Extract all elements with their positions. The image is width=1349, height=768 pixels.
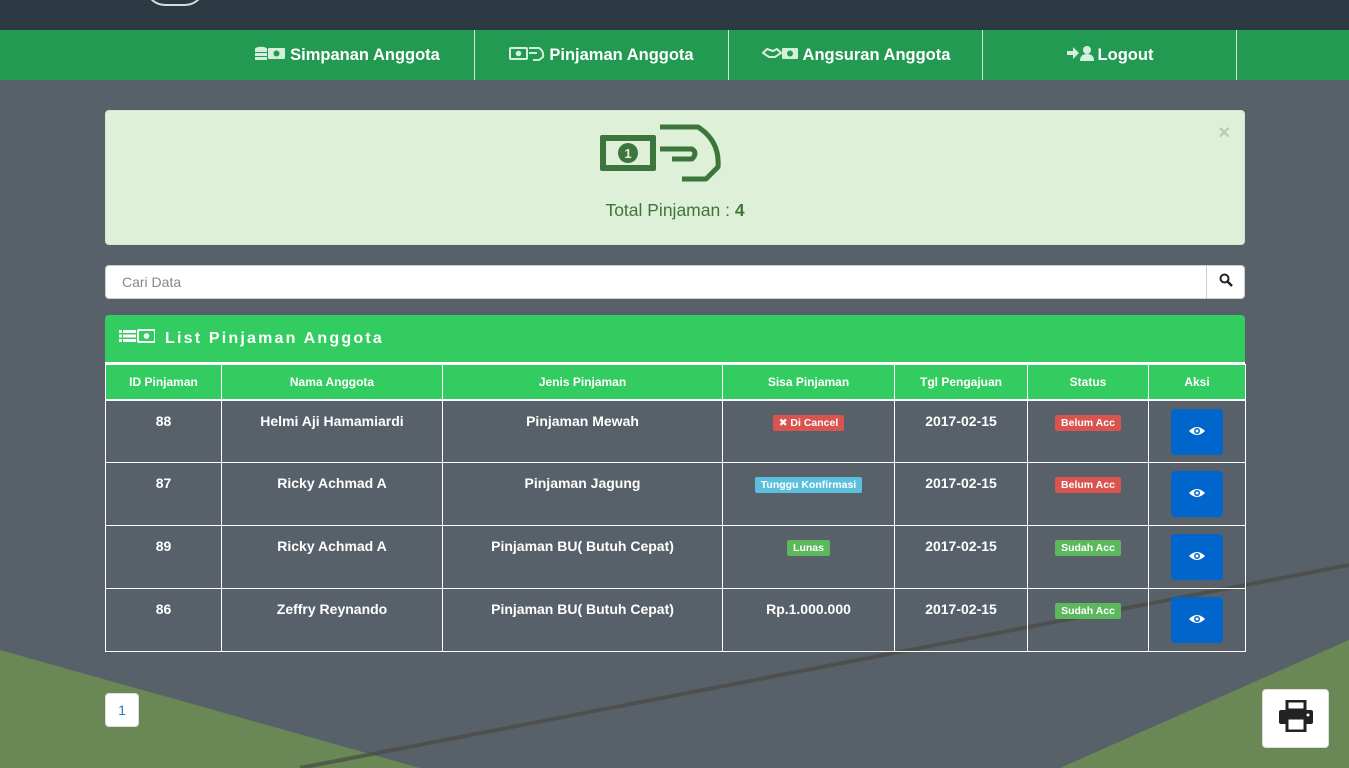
money-hand-icon: 1 — [598, 123, 722, 188]
table-header-row: ID Pinjaman Nama Anggota Jenis Pinjaman … — [105, 364, 1246, 401]
cell-nama: Helmi Aji Hamamiardi — [221, 399, 443, 463]
logo — [145, 0, 205, 6]
cell-aksi — [1148, 588, 1246, 652]
cell-aksi — [1148, 462, 1246, 526]
panel-heading: List Pinjaman Anggota — [105, 315, 1245, 364]
column-header: ID Pinjaman — [105, 364, 222, 401]
cell-status: Sudah Acc — [1027, 588, 1149, 652]
main-navbar: Simpanan Anggota Pinjaman Anggota Angsur… — [0, 30, 1349, 80]
cell-aksi — [1148, 399, 1246, 463]
cell-tgl: 2017-02-15 — [894, 525, 1028, 589]
printer-icon — [1278, 699, 1314, 737]
cell-sisa: Tunggu Konfirmasi — [722, 462, 895, 526]
cell-status: Sudah Acc — [1027, 525, 1149, 589]
cell-jenis: Pinjaman BU( Butuh Cepat) — [442, 525, 723, 589]
coins-money-icon — [254, 45, 290, 66]
cell-id: 86 — [105, 588, 222, 652]
cell-id: 88 — [105, 399, 222, 463]
table-row: 89 Ricky Achmad A Pinjaman BU( Butuh Cep… — [105, 525, 1246, 589]
eye-icon — [1188, 486, 1206, 502]
search-icon — [1219, 273, 1233, 292]
cell-sisa: Rp.1.000.000 — [722, 588, 895, 652]
panel-title: List Pinjaman Anggota — [165, 329, 384, 347]
nav-logout[interactable]: Logout — [983, 30, 1237, 80]
table-row: 86 Zeffry Reynando Pinjaman BU( Butuh Ce… — [105, 588, 1246, 652]
pending-badge: Tunggu Konfirmasi — [754, 477, 863, 493]
top-bar — [0, 0, 1349, 30]
eye-icon — [1188, 424, 1206, 440]
list-money-icon — [119, 329, 165, 348]
cell-tgl: 2017-02-15 — [894, 588, 1028, 652]
pagination-page-1[interactable]: 1 — [105, 693, 139, 727]
nav-label: Pinjaman Anggota — [549, 45, 694, 64]
cell-sisa: ✖ Di Cancel — [722, 399, 895, 463]
cancel-badge: ✖ Di Cancel — [772, 414, 845, 431]
cell-aksi — [1148, 525, 1246, 589]
cell-nama: Ricky Achmad A — [221, 525, 443, 589]
nav-pinjaman-anggota[interactable]: Pinjaman Anggota — [475, 30, 729, 80]
view-button[interactable] — [1171, 408, 1223, 455]
money-hand-icon — [509, 45, 549, 66]
cell-nama: Zeffry Reynando — [221, 588, 443, 652]
lunas-badge: Lunas — [787, 540, 830, 556]
column-header: Aksi — [1148, 364, 1246, 401]
cell-tgl: 2017-02-15 — [894, 399, 1028, 463]
cell-id: 89 — [105, 525, 222, 589]
search-bar — [105, 265, 1245, 299]
status-badge: Belum Acc — [1055, 414, 1121, 431]
search-button[interactable] — [1207, 265, 1245, 299]
total-pinjaman-alert: 1 Total Pinjaman : 4 × — [105, 110, 1245, 245]
handshake-money-icon — [760, 45, 803, 66]
status-badge: Belum Acc — [1055, 477, 1121, 493]
cell-jenis: Pinjaman Mewah — [442, 399, 723, 463]
column-header: Jenis Pinjaman — [442, 364, 723, 401]
cell-jenis: Pinjaman Jagung — [442, 462, 723, 526]
eye-icon — [1188, 612, 1206, 628]
view-button[interactable] — [1171, 471, 1223, 517]
status-badge: Sudah Acc — [1055, 540, 1121, 556]
pinjaman-table: ID Pinjaman Nama Anggota Jenis Pinjaman … — [105, 364, 1246, 652]
search-input[interactable] — [105, 265, 1207, 299]
close-icon[interactable]: × — [1218, 123, 1230, 143]
column-header: Tgl Pengajuan — [894, 364, 1028, 401]
nav-label: Angsuran Anggota — [802, 45, 951, 64]
nav-label: Simpanan Anggota — [290, 45, 440, 64]
total-value: 4 — [734, 200, 745, 220]
column-header: Status — [1027, 364, 1149, 401]
svg-text:1: 1 — [624, 146, 631, 161]
cell-status: Belum Acc — [1027, 462, 1149, 526]
logout-user-icon — [1066, 45, 1098, 66]
column-header: Nama Anggota — [221, 364, 443, 401]
nav-label: Logout — [1097, 45, 1154, 64]
cell-nama: Ricky Achmad A — [221, 462, 443, 526]
view-button[interactable] — [1171, 597, 1223, 643]
column-header: Sisa Pinjaman — [722, 364, 895, 401]
total-pinjaman-text: Total Pinjaman : 4 — [106, 200, 1244, 221]
cell-sisa: Lunas — [722, 525, 895, 589]
eye-icon — [1188, 549, 1206, 565]
nav-simpanan-anggota[interactable]: Simpanan Anggota — [220, 30, 475, 80]
list-pinjaman-panel: List Pinjaman Anggota ID Pinjaman Nama A… — [105, 315, 1246, 652]
cell-status: Belum Acc — [1027, 399, 1149, 463]
view-button[interactable] — [1171, 534, 1223, 580]
table-row: 88 Helmi Aji Hamamiardi Pinjaman Mewah ✖… — [105, 399, 1246, 463]
cell-id: 87 — [105, 462, 222, 526]
print-button[interactable] — [1262, 689, 1329, 748]
nav-angsuran-anggota[interactable]: Angsuran Anggota — [729, 30, 983, 80]
status-badge: Sudah Acc — [1055, 603, 1121, 619]
cell-tgl: 2017-02-15 — [894, 462, 1028, 526]
table-row: 87 Ricky Achmad A Pinjaman Jagung Tunggu… — [105, 462, 1246, 526]
total-label: Total Pinjaman : — [605, 200, 735, 220]
cell-jenis: Pinjaman BU( Butuh Cepat) — [442, 588, 723, 652]
